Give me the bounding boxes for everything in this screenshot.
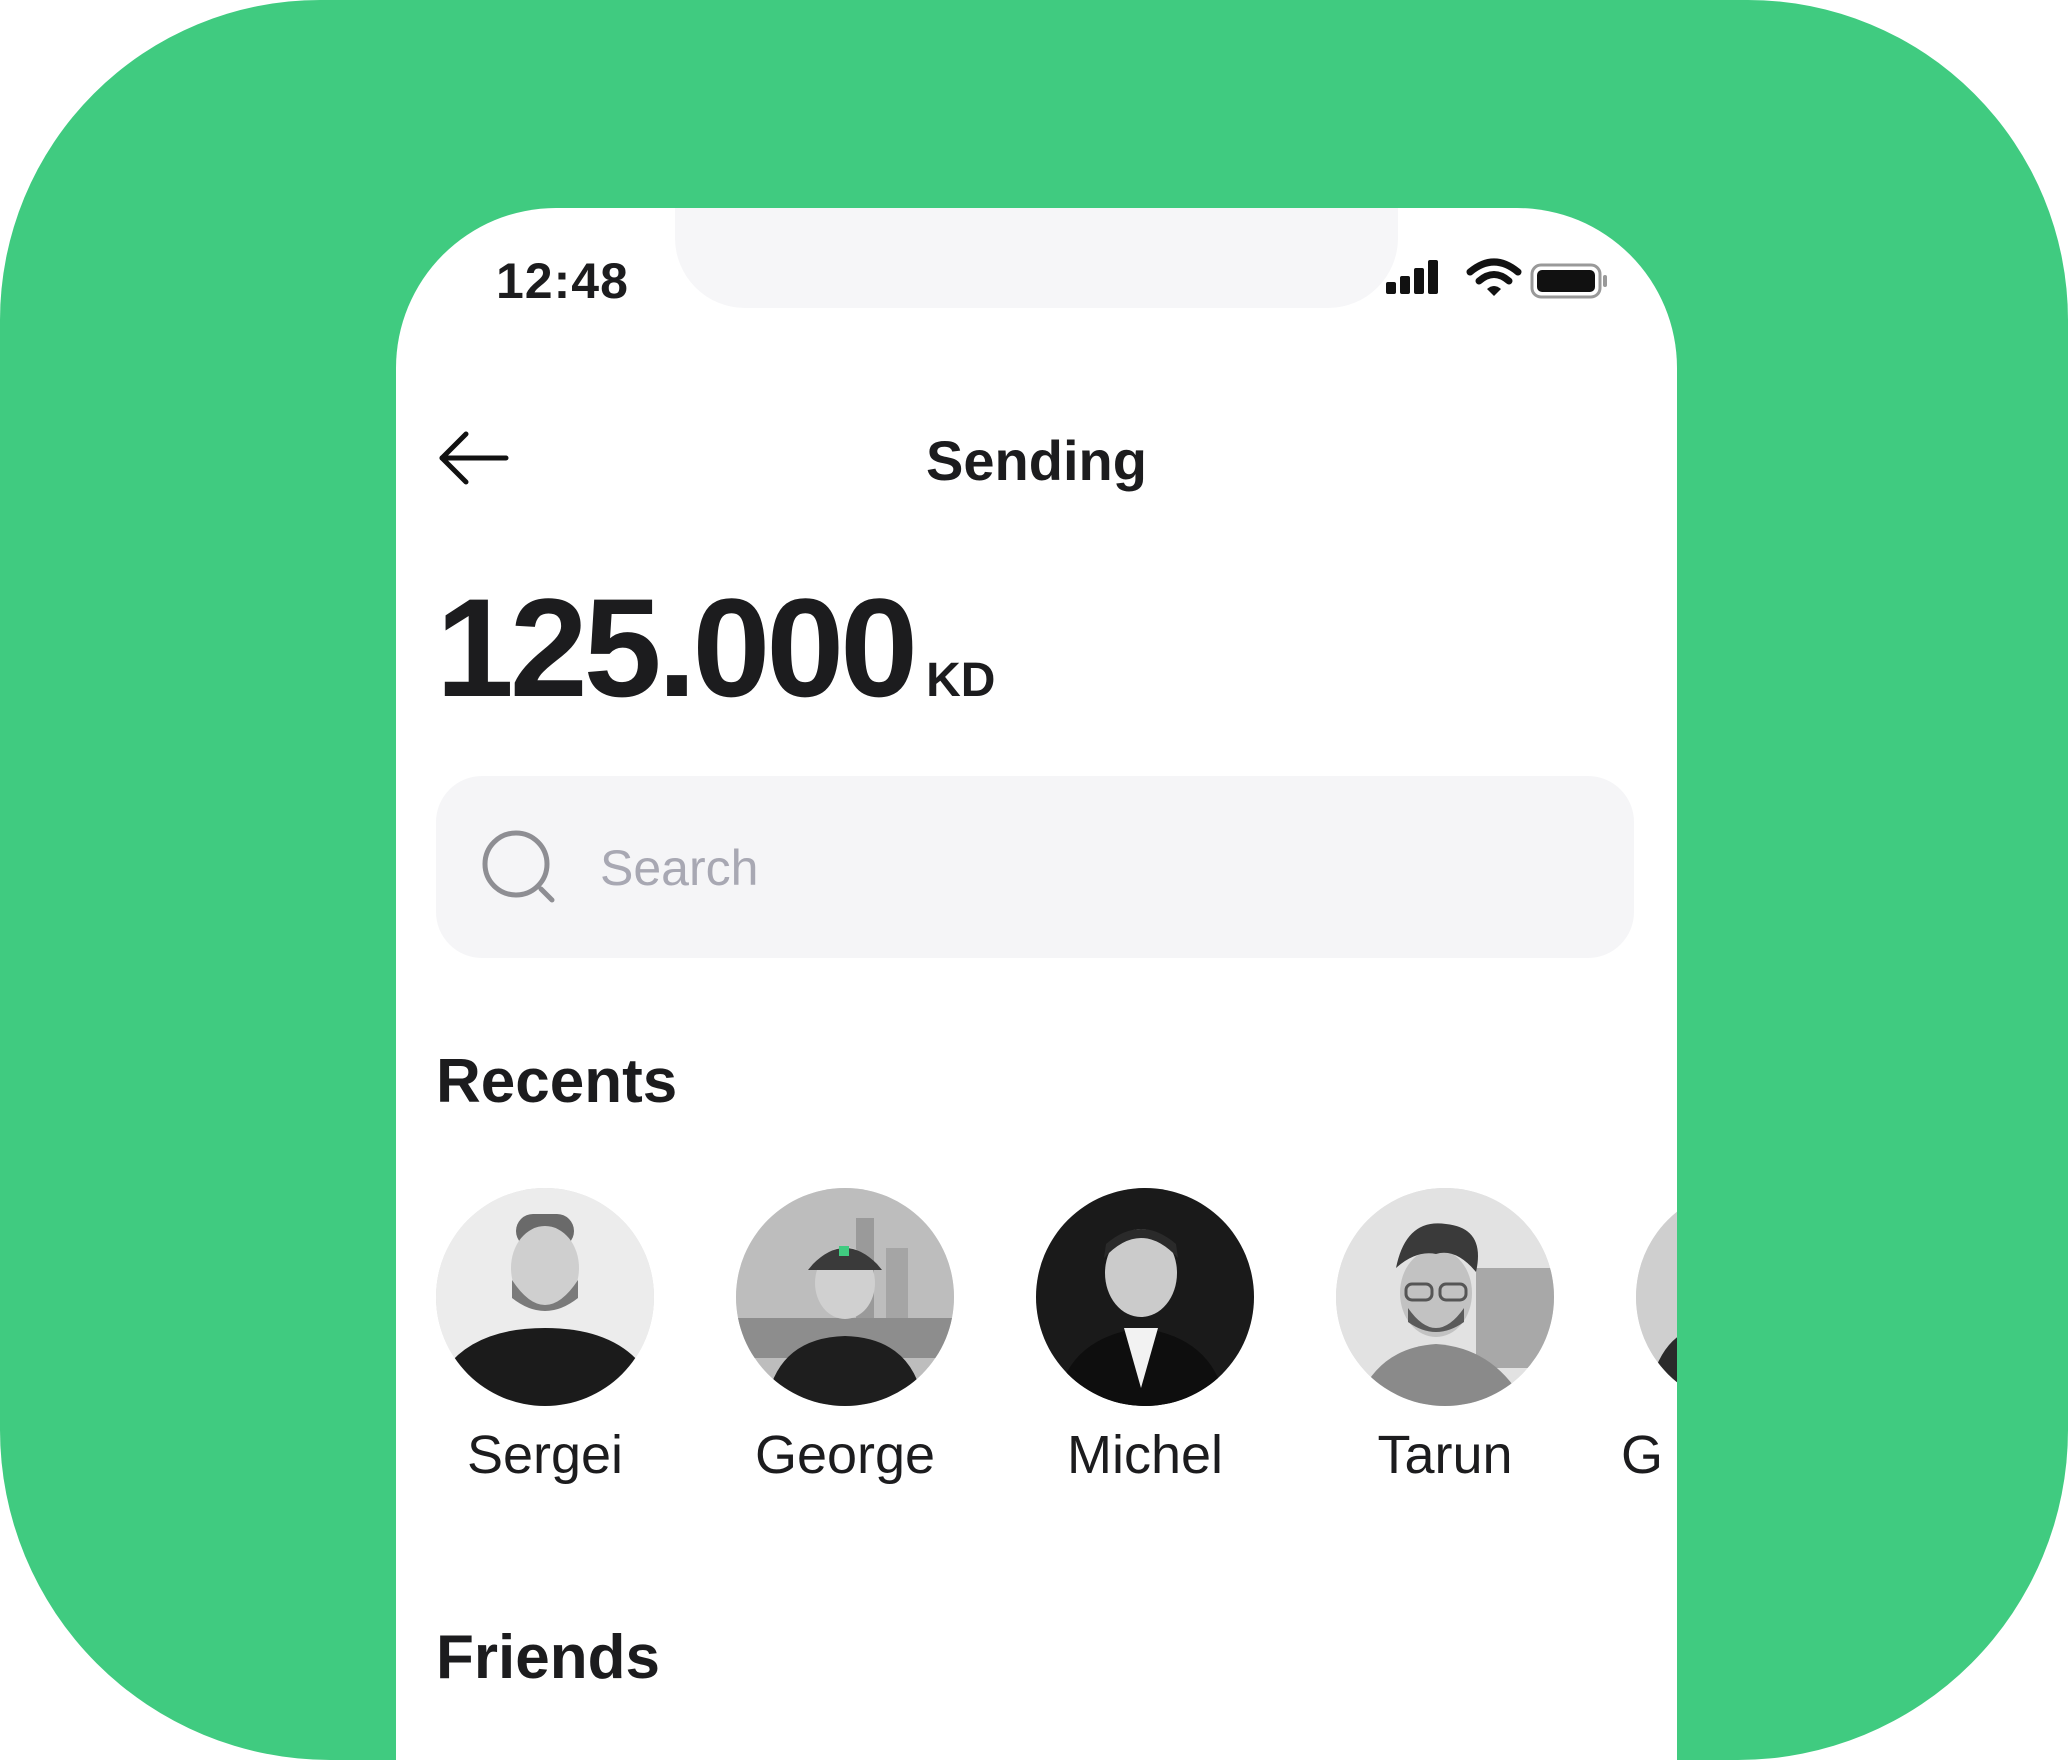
page-title: Sending <box>926 429 1147 492</box>
status-time: 12:48 <box>496 253 629 309</box>
phone-screen: 12:48 Sending 125.000 KD Search Recents … <box>396 208 1677 1760</box>
amount-value: 125.000 <box>436 569 918 726</box>
battery-icon <box>1530 263 1607 299</box>
device-notch <box>675 208 1398 308</box>
recent-contact-sergei[interactable]: Sergei <box>436 1188 656 1485</box>
recents-list: Sergei George Michel Tarun G <box>436 1188 1677 1485</box>
friends-heading: Friends <box>436 1623 660 1692</box>
amount-currency: KD <box>926 654 996 707</box>
avatar <box>1336 1188 1554 1406</box>
contact-name: George <box>754 1425 936 1485</box>
signal-icon <box>1386 258 1446 294</box>
recent-contact-george[interactable]: George <box>736 1188 956 1485</box>
contact-name: G <box>1621 1425 1664 1485</box>
avatar <box>736 1188 954 1406</box>
navigation-header: Sending <box>396 398 1677 518</box>
contact-name: Sergei <box>466 1425 624 1485</box>
avatar <box>436 1188 654 1406</box>
search-bar[interactable] <box>436 776 1634 958</box>
contact-name: Tarun <box>1377 1425 1513 1485</box>
avatar <box>1636 1188 1677 1406</box>
recent-contact-michel[interactable]: Michel <box>1036 1188 1256 1485</box>
recent-contact-tarun[interactable]: Tarun <box>1336 1188 1556 1485</box>
avatar <box>1036 1188 1254 1406</box>
search-icon <box>482 830 555 903</box>
wifi-icon <box>1466 258 1522 296</box>
search-input[interactable] <box>598 822 1602 914</box>
contact-name: Michel <box>1066 1425 1224 1485</box>
recents-heading: Recents <box>436 1047 678 1116</box>
recent-contact-partial[interactable]: G <box>1621 1188 1677 1485</box>
status-icons <box>1386 258 1626 299</box>
amount-display: 125.000 KD <box>436 578 995 738</box>
